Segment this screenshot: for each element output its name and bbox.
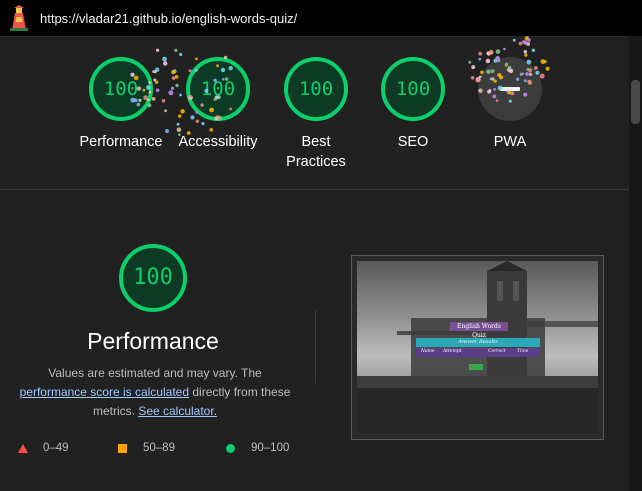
score-calculated-link[interactable]: performance score is calculated [20,385,189,399]
gauge-score: 100 [298,78,334,100]
gauge-label: SEO [397,134,429,150]
screenshot-image: English Words Quiz Answer Results Name A… [357,261,598,434]
confetti-dot [527,38,531,42]
legend-range: 0–49 [43,442,69,454]
quiz-col: Attempt [443,349,462,354]
performance-description: Values are estimated and may vary. The p… [14,364,296,421]
scrollbar-thumb[interactable] [631,80,640,124]
legend-range: 90–100 [251,442,290,454]
final-screenshot[interactable]: English Words Quiz Answer Results Name A… [351,255,604,440]
gauge-score: 100 [103,78,139,100]
pwa-dash-icon [500,87,520,91]
confetti-dot [512,38,516,42]
gauge-ring: 100 [184,55,252,123]
gauge-ring: 100 [282,55,350,123]
performance-gauge: 100 [117,242,189,314]
circle-icon [226,444,235,453]
performance-score: 100 [133,265,173,290]
confetti-dot [523,50,528,54]
confetti-dot [523,40,528,45]
confetti-dot [531,48,536,52]
confetti-dot [156,48,160,52]
gauge-accessibility[interactable]: 100 Accessibility [168,55,268,152]
quiz-col: Name [421,349,435,354]
scrollbar[interactable] [629,36,642,491]
gauge-pwa[interactable]: PWA [460,55,560,152]
triangle-icon [18,444,28,453]
performance-title: Performance [87,328,219,354]
quiz-col: Correct [488,349,506,354]
confetti-dot [526,42,531,46]
section-divider [0,189,629,190]
gauge-ring: 100 [87,55,155,123]
gauge-label: Best Practices [286,134,346,170]
gauge-performance[interactable]: 100 Performance [71,55,171,152]
gauge-best-practices[interactable]: 100 Best Practices [266,55,366,172]
quiz-col: Time [517,349,529,354]
desc-text: Values are estimated and may vary. The [48,366,262,380]
gauge-score: 100 [395,78,431,100]
quiz-subtitle: Answer Results [416,338,540,347]
vertical-separator [315,310,316,383]
confetti-dot [518,41,523,46]
lighthouse-icon [10,5,28,31]
gauge-score: 100 [200,78,236,100]
gauge-label: PWA [493,134,527,150]
quiz-title: English Words Quiz [450,322,508,339]
confetti-dot [495,49,501,54]
pwa-badge [476,55,544,123]
confetti-dot [503,47,506,51]
gauge-label: Performance [79,134,163,150]
quiz-card: English Words Quiz Answer Results Name A… [411,318,545,378]
quiz-header-row: Name Attempt Correct Time [416,348,540,357]
url-text[interactable]: https://vladar21.github.io/english-words… [40,11,297,26]
see-calculator-link[interactable]: See calculator. [138,404,217,418]
gauge-seo[interactable]: 100 SEO [363,55,463,152]
address-bar: https://vladar21.github.io/english-words… [0,0,642,37]
square-icon [118,444,127,453]
confetti-dot [522,40,526,44]
confetti-dot [174,48,178,53]
gauge-label: Accessibility [178,134,258,150]
gauge-ring: 100 [379,55,447,123]
confetti-dot [488,49,494,55]
quiz-button [469,364,483,370]
legend-range: 50–89 [143,442,175,454]
